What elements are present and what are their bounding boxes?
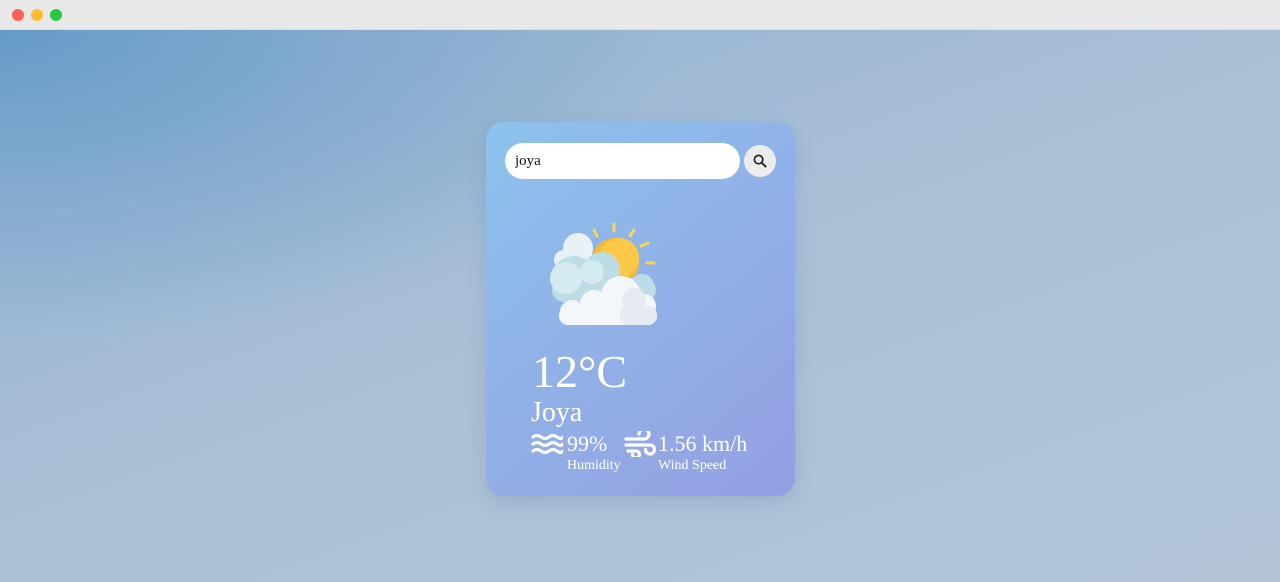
weather-card: 12°C Joya 99% Humidity 1.56 km/h Wind xyxy=(486,122,795,496)
humidity-label: Humidity xyxy=(567,458,621,473)
search-button[interactable] xyxy=(744,145,776,177)
humidity-value: 99% xyxy=(567,431,608,456)
window-maximize-button[interactable] xyxy=(50,9,62,21)
search-icon xyxy=(753,154,767,168)
city-name: Joya xyxy=(531,397,583,428)
humidity-waves-icon xyxy=(531,433,563,455)
page-background: 12°C Joya 99% Humidity 1.56 km/h Wind xyxy=(0,30,1280,582)
search-input[interactable] xyxy=(505,143,740,179)
window-titlebar xyxy=(0,0,1280,30)
window-close-button[interactable] xyxy=(12,9,24,21)
browser-window: 12°C Joya 99% Humidity 1.56 km/h Wind xyxy=(0,0,1280,582)
sun-behind-clouds-icon xyxy=(550,222,657,325)
wind-speed-label: Wind Speed xyxy=(658,458,727,473)
wind-icon xyxy=(624,431,656,457)
wind-speed-value: 1.56 km/h xyxy=(658,431,748,456)
window-minimize-button[interactable] xyxy=(31,9,43,21)
temperature-value: 12°C xyxy=(532,346,628,397)
